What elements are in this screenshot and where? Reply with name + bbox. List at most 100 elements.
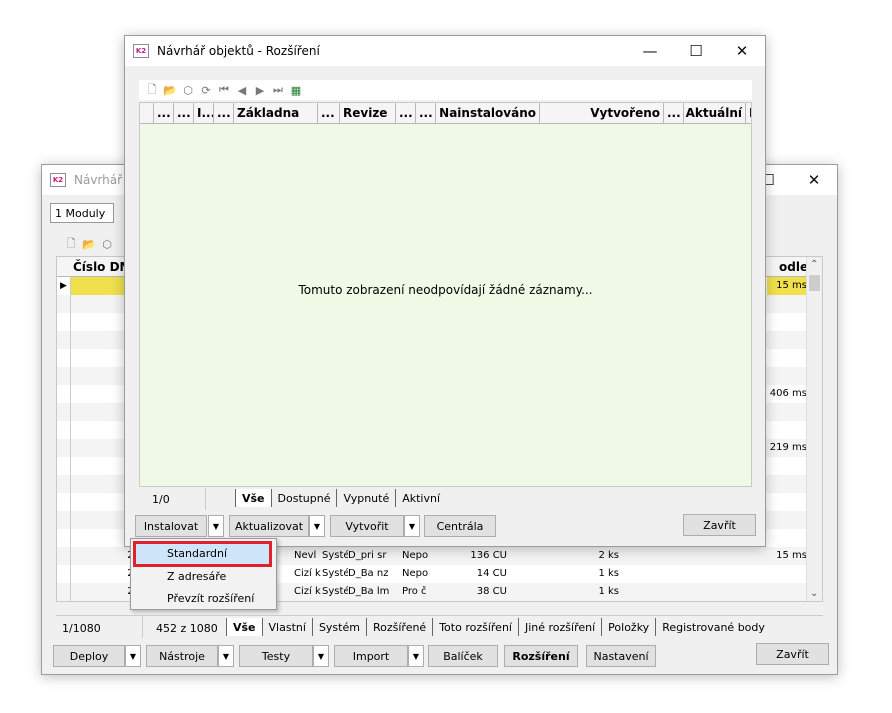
aktualizovat-dropdown-icon[interactable]: ▼ — [309, 515, 325, 537]
nastroje-button[interactable]: Nástroje — [146, 645, 218, 667]
tab-vše[interactable]: Vše — [226, 618, 262, 636]
menu-item-z-adresare[interactable]: Z adresáře — [167, 570, 226, 583]
tab-vše[interactable]: Vše — [235, 489, 271, 507]
close-icon[interactable]: ✕ — [791, 165, 837, 195]
scroll-thumb[interactable] — [809, 275, 820, 291]
testy-dropdown-icon[interactable]: ▼ — [313, 645, 329, 667]
column-header[interactable]: Vytvořeno — [540, 103, 664, 123]
menu-item-standardni[interactable]: Standardní — [167, 547, 227, 560]
row-cell-c3: D_pri sr — [348, 550, 387, 561]
install-dropdown-menu: Standardní Z adresáře Převzít rozšíření — [130, 538, 277, 610]
tab-položky[interactable]: Položky — [601, 618, 655, 636]
current-row-indicator-icon: ▶ — [57, 277, 71, 295]
back-close-button[interactable]: Zavřít — [756, 643, 829, 665]
back-status-bar: 1/1080 452 z 1080 Vše Vlastní Systém Rozšíř… — [56, 615, 823, 638]
tab-systém[interactable]: Systém — [311, 618, 366, 636]
next-record-icon[interactable]: ▶ — [251, 81, 269, 99]
prev-record-icon[interactable]: ◀ — [233, 81, 251, 99]
cube-icon[interactable]: ⬡ — [179, 81, 197, 99]
tab-registrované-body[interactable]: Registrované body — [655, 618, 771, 636]
first-record-icon[interactable]: ⏮ — [215, 81, 233, 99]
row-indicator — [57, 367, 71, 385]
front-grid: ...... I...... Základna... Revize...... Nain… — [139, 102, 752, 487]
row-indicator — [57, 475, 71, 493]
nastaveni-button[interactable]: Nastavení — [586, 645, 656, 667]
open-folder-icon[interactable]: 📂 — [161, 81, 179, 99]
row-cell-c4: Nepo — [402, 550, 429, 561]
column-header[interactable]: Revize — [340, 103, 396, 123]
column-cislo[interactable]: Číslo DM — [73, 260, 132, 274]
row-cell-c1: Cizí k — [294, 586, 321, 597]
new-file-icon[interactable]: 🗋 — [62, 235, 80, 253]
row-indicator — [57, 457, 71, 475]
row-indicator — [57, 529, 71, 547]
last-record-icon[interactable]: ⏭ — [269, 81, 287, 99]
tab-aktivní[interactable]: Aktivní — [395, 489, 446, 507]
minimize-icon[interactable]: — — [627, 36, 673, 66]
column-header[interactable]: Aktuální — [684, 103, 746, 123]
column-header[interactable]: ... — [416, 103, 436, 123]
column-header[interactable]: ... — [174, 103, 194, 123]
front-window: K2 Návrhář objektů - Rozšíření — ☐ ✕ 🗋 📂… — [124, 35, 766, 547]
aktualizovat-button[interactable]: Aktualizovat — [229, 515, 309, 537]
column-header[interactable]: ... — [318, 103, 340, 123]
row-cell-c4: Nepo — [402, 568, 429, 579]
tab-vypnuté[interactable]: Vypnuté — [336, 489, 395, 507]
testy-button[interactable]: Testy — [239, 645, 313, 667]
back-tabs: Vše Vlastní Systém Rozšířené Toto rozšíření J… — [226, 618, 771, 636]
column-header[interactable]: ... — [664, 103, 684, 123]
import-dropdown-icon[interactable]: ▼ — [408, 645, 424, 667]
vytvorit-button[interactable]: Vytvořit — [330, 515, 404, 537]
row-indicator — [57, 403, 71, 421]
row-indicator — [57, 511, 71, 529]
deploy-button[interactable]: Deploy — [53, 645, 125, 667]
instalovat-button[interactable]: Instalovat — [135, 515, 207, 537]
row-duration: 219 ms — [769, 442, 807, 453]
row-indicator — [57, 493, 71, 511]
column-header[interactable]: ... — [396, 103, 416, 123]
tab-rozšířené[interactable]: Rozšířené — [365, 618, 432, 636]
tab-modules[interactable]: 1 Moduly — [50, 203, 114, 223]
cube-icon[interactable]: ⬡ — [98, 235, 116, 253]
instalovat-dropdown-icon[interactable]: ▼ — [208, 515, 224, 537]
front-titlebar: K2 Návrhář objektů - Rozšíření — ☐ ✕ — [125, 36, 765, 66]
rozsireni-button[interactable]: Rozšíření — [504, 645, 578, 667]
new-file-icon[interactable]: 🗋 — [143, 81, 161, 99]
tab-toto-rozšíření[interactable]: Toto rozšíření — [432, 618, 518, 636]
front-record-count: 1/0 — [152, 493, 170, 506]
column-header[interactable]: Nainstalováno — [436, 103, 540, 123]
scroll-up-icon[interactable]: ⌃ — [810, 259, 818, 270]
maximize-icon[interactable]: ☐ — [673, 36, 719, 66]
row-cell-c6: 2 ks — [598, 550, 619, 561]
row-indicator — [57, 313, 71, 331]
deploy-dropdown-icon[interactable]: ▼ — [125, 645, 141, 667]
row-indicator — [57, 295, 71, 313]
front-close-button[interactable]: Zavřít — [683, 514, 756, 536]
menu-item-prevzit[interactable]: Převzít rozšíření — [167, 592, 254, 605]
tab-vlastní[interactable]: Vlastní — [261, 618, 312, 636]
vytvorit-dropdown-icon[interactable]: ▼ — [404, 515, 420, 537]
import-button[interactable]: Import — [334, 645, 408, 667]
excel-export-icon[interactable]: ▦ — [287, 81, 305, 99]
centrala-button[interactable]: Centrála — [424, 515, 496, 537]
close-icon[interactable]: ✕ — [719, 36, 765, 66]
record-count: 1/1080 — [62, 622, 101, 635]
refresh-icon[interactable]: ⟳ — [197, 81, 215, 99]
header-indicator — [140, 103, 154, 123]
column-header[interactable]: ... — [154, 103, 174, 123]
column-header[interactable]: ... — [214, 103, 234, 123]
column-header[interactable]: I... — [194, 103, 214, 123]
open-folder-icon[interactable]: 📂 — [80, 235, 98, 253]
vertical-scrollbar[interactable]: ⌃ ⌄ — [806, 257, 822, 601]
row-cell-c3: D_Ba lm — [348, 586, 390, 597]
scroll-down-icon[interactable]: ⌄ — [810, 588, 818, 599]
tab-dostupné[interactable]: Dostupné — [270, 489, 337, 507]
balicek-button[interactable]: Balíček — [428, 645, 498, 667]
row-indicator — [57, 547, 71, 565]
row-duration: 15 ms — [767, 277, 807, 295]
tab-jiné-rozšíření[interactable]: Jiné rozšíření — [517, 618, 601, 636]
nastroje-dropdown-icon[interactable]: ▼ — [218, 645, 234, 667]
column-header[interactable]: Základna — [234, 103, 318, 123]
column-header[interactable]: I... — [746, 103, 751, 123]
row-cell-c1: Cizí k — [294, 568, 321, 579]
